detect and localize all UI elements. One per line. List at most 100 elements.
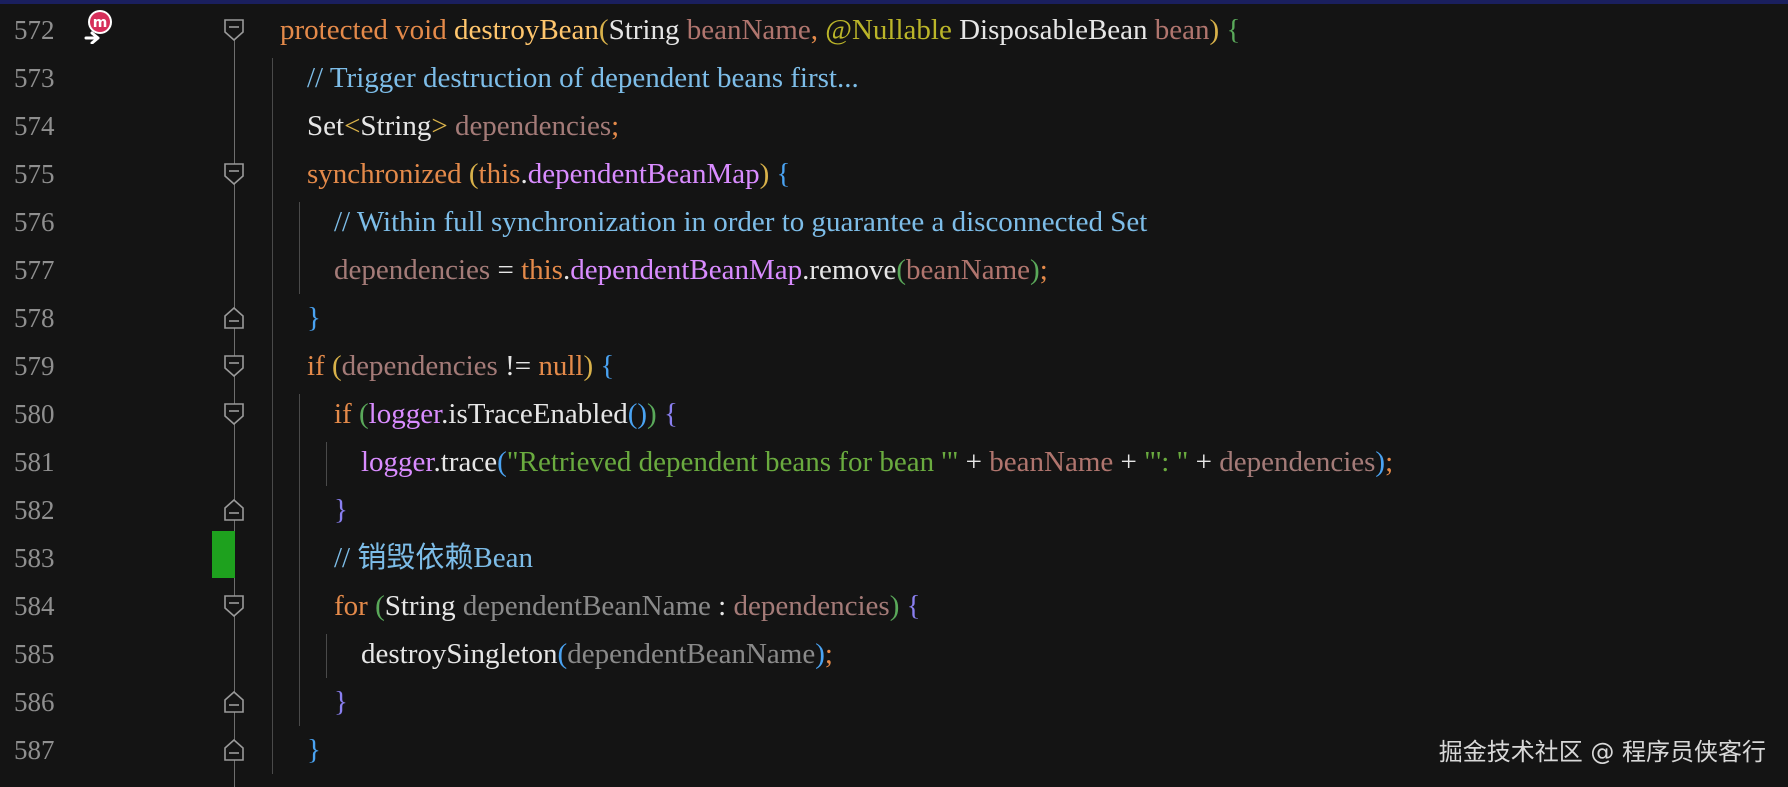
code-text[interactable]: if (logger.isTraceEnabled()) { — [334, 390, 678, 438]
code-token: ( — [331, 350, 342, 382]
line-number[interactable]: 576 — [14, 198, 55, 246]
line-number[interactable]: 584 — [14, 582, 55, 630]
line-number[interactable]: 585 — [14, 630, 55, 678]
code-line-586[interactable]: 586} — [0, 678, 1788, 726]
code-line-578[interactable]: 578} — [0, 294, 1788, 342]
code-token: dependencies — [454, 110, 612, 142]
code-token: } — [334, 686, 348, 718]
code-line-585[interactable]: 585 destroySingleton(dependentBeanName); — [0, 630, 1788, 678]
code-token: > — [431, 110, 448, 142]
code-text[interactable]: } — [307, 294, 321, 342]
code-text[interactable]: Set<String> dependencies; — [307, 102, 619, 150]
code-token: logger — [361, 446, 434, 478]
code-text[interactable]: // Trigger destruction of dependent bean… — [307, 54, 859, 102]
fold-open-icon[interactable] — [224, 19, 244, 41]
code-token: .remove — [802, 254, 897, 286]
code-token: ; — [611, 110, 620, 142]
code-token: ) — [759, 158, 770, 190]
code-line-575[interactable]: 575 synchronized (this.dependentBeanMap) … — [0, 150, 1788, 198]
code-text[interactable]: } — [334, 678, 348, 726]
code-line-581[interactable]: 581 logger.trace("Retrieved dependent bea… — [0, 438, 1788, 486]
line-number[interactable]: 583 — [14, 534, 55, 582]
code-text[interactable]: // 销毁依赖Bean — [334, 534, 533, 582]
code-token: // Within full synchronization in order … — [334, 206, 1148, 238]
code-text[interactable]: if (dependencies != null) { — [307, 342, 614, 390]
fold-close-icon[interactable] — [224, 691, 244, 713]
code-line-579[interactable]: 579 if (dependencies != null) { — [0, 342, 1788, 390]
code-token: ( — [358, 398, 369, 430]
code-line-583[interactable]: 583 // 销毁依赖Bean — [0, 534, 1788, 582]
code-token: "Retrieved dependent beans for bean '" — [506, 446, 959, 478]
code-token: // 销毁依赖Bean — [334, 542, 533, 574]
line-number[interactable]: 572 — [14, 6, 55, 54]
code-token: dependentBeanName — [567, 638, 816, 670]
code-token: ( — [375, 590, 385, 622]
code-token: } — [334, 494, 348, 526]
code-line-582[interactable]: 582} — [0, 486, 1788, 534]
code-line-573[interactable]: 573 // Trigger destruction of dependent b… — [0, 54, 1788, 102]
code-editor[interactable]: m 572 protected void destroyBean(String b… — [0, 0, 1788, 787]
code-token: String — [360, 110, 432, 142]
line-number[interactable]: 580 — [14, 390, 55, 438]
code-token: ) — [647, 398, 657, 430]
code-text[interactable]: dependencies = this.dependentBeanMap.rem… — [334, 246, 1048, 294]
line-number[interactable]: 574 — [14, 102, 55, 150]
line-number[interactable]: 575 — [14, 150, 55, 198]
code-token: + — [958, 446, 990, 478]
code-line-576[interactable]: 576 // Within full synchronization in ord… — [0, 198, 1788, 246]
line-number[interactable]: 579 — [14, 342, 55, 390]
code-token: if — [307, 350, 325, 382]
line-number[interactable]: 581 — [14, 438, 55, 486]
code-token: = — [490, 254, 522, 286]
code-token: dependentBeanMap — [527, 158, 760, 190]
code-token: null — [538, 350, 584, 382]
code-token: ( — [557, 638, 568, 670]
line-number[interactable]: 586 — [14, 678, 55, 726]
code-token: .trace — [433, 446, 498, 478]
code-token: } — [307, 734, 321, 766]
code-line-572[interactable]: 572 protected void destroyBean(String bea… — [0, 6, 1788, 54]
code-text[interactable]: protected void destroyBean(String beanNa… — [280, 6, 1240, 54]
fold-close-icon[interactable] — [224, 499, 244, 521]
code-text[interactable]: destroySingleton(dependentBeanName); — [361, 630, 833, 678]
line-number[interactable]: 587 — [14, 726, 55, 774]
code-line-584[interactable]: 584 for (String dependentBeanName : depen… — [0, 582, 1788, 630]
code-text[interactable]: } — [307, 726, 321, 774]
code-token: () — [627, 398, 648, 430]
code-token: dependencies — [1219, 446, 1376, 478]
fold-close-icon[interactable] — [224, 739, 244, 761]
fold-open-icon[interactable] — [224, 355, 244, 377]
code-text[interactable]: synchronized (this.dependentBeanMap) { — [307, 150, 790, 198]
code-token: bean — [1154, 14, 1210, 46]
code-text[interactable]: for (String dependentBeanName : dependen… — [334, 582, 921, 630]
fold-open-icon[interactable] — [224, 163, 244, 185]
code-line-580[interactable]: 580 if (logger.isTraceEnabled()) { — [0, 390, 1788, 438]
code-text[interactable]: logger.trace("Retrieved dependent beans … — [361, 438, 1393, 486]
code-line-577[interactable]: 577 dependencies = this.dependentBeanMap.… — [0, 246, 1788, 294]
code-token: ; — [1039, 254, 1048, 286]
line-number[interactable]: 573 — [14, 54, 55, 102]
fold-open-icon[interactable] — [224, 403, 244, 425]
line-number[interactable]: 577 — [14, 246, 55, 294]
code-text[interactable]: } — [334, 486, 348, 534]
code-line-574[interactable]: 574 Set<String> dependencies; — [0, 102, 1788, 150]
code-text[interactable]: // Within full synchronization in order … — [334, 198, 1147, 246]
code-token: { — [906, 590, 921, 622]
code-token: void — [395, 14, 447, 46]
fold-close-icon[interactable] — [224, 307, 244, 329]
fold-open-icon[interactable] — [224, 595, 244, 617]
line-number[interactable]: 582 — [14, 486, 55, 534]
code-token: beanName — [906, 254, 1031, 286]
code-token: protected — [280, 14, 388, 46]
code-token: ( — [598, 14, 609, 46]
code-token: { — [1226, 14, 1241, 46]
code-token: { — [600, 350, 615, 382]
line-number[interactable]: 578 — [14, 294, 55, 342]
code-token: ) — [1030, 254, 1040, 286]
